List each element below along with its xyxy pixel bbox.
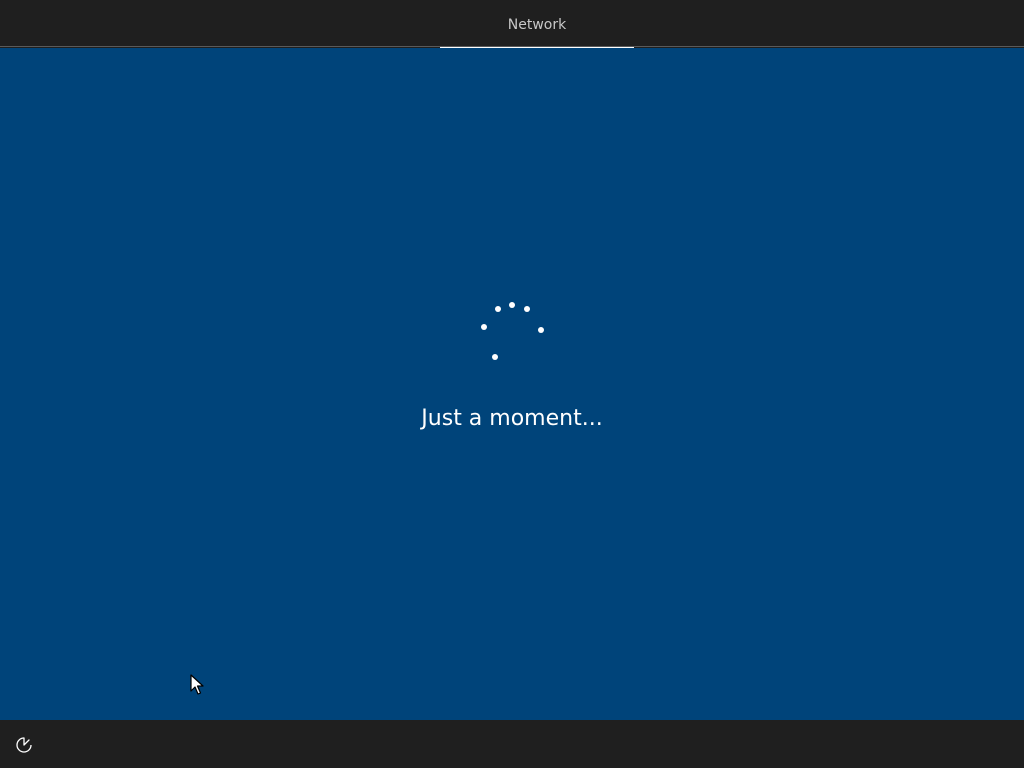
mouse-pointer-icon	[190, 674, 204, 696]
spinner-dot	[492, 354, 498, 360]
header-divider	[0, 46, 1024, 47]
spinner-dot	[509, 302, 515, 308]
section-tab-label: Network	[507, 17, 567, 33]
setup-panel	[0, 48, 1024, 720]
status-message: Just a moment...	[421, 406, 603, 431]
bottom-bar	[0, 720, 1024, 768]
section-tab-network: Network	[440, 0, 634, 48]
ease-of-access-button[interactable]	[12, 734, 36, 756]
top-bar: Network	[0, 0, 1024, 48]
spinner-dot	[524, 306, 530, 312]
ease-of-access-icon	[16, 737, 32, 753]
loading-spinner-icon	[478, 299, 548, 363]
spinner-dot	[495, 306, 501, 312]
spinner-dot	[538, 327, 544, 333]
spinner-dot	[481, 324, 487, 330]
